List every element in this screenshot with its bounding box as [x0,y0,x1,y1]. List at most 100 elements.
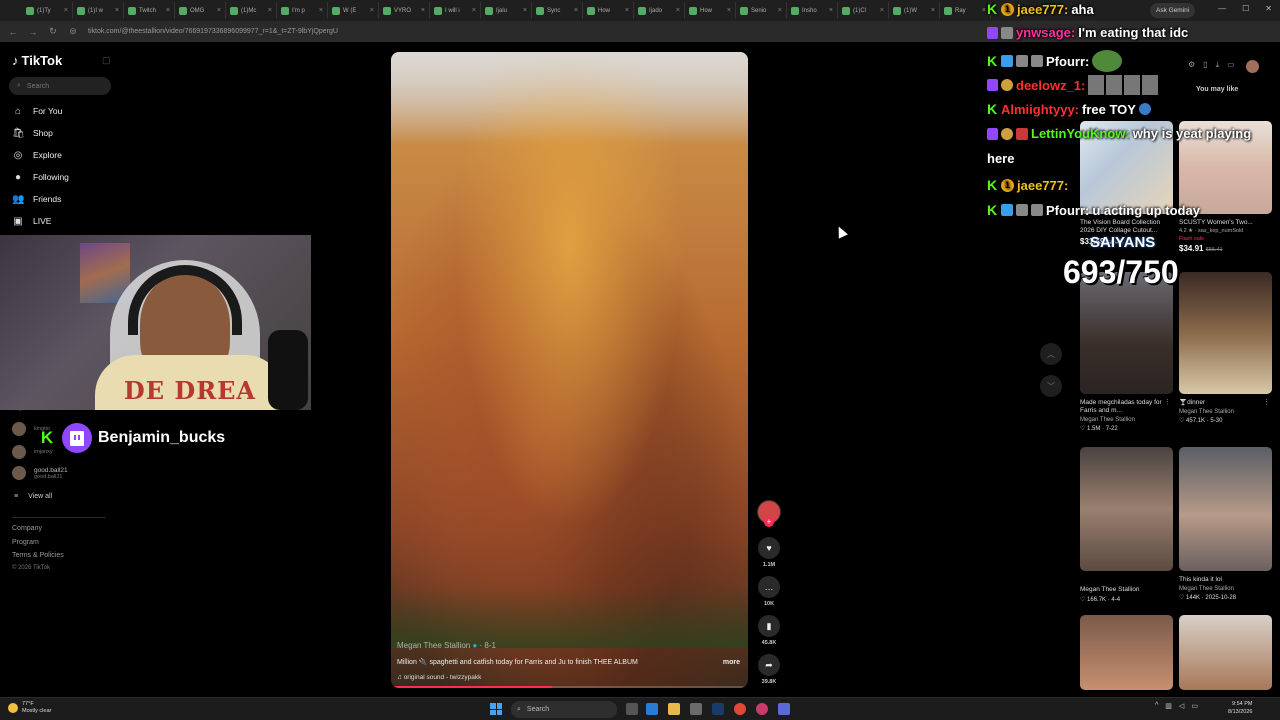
footer-company[interactable]: Company [12,525,42,532]
discord-icon[interactable] [778,703,790,715]
nav-for-you[interactable]: ⌂ For You [12,103,102,119]
footer-terms[interactable]: Terms & Policies [12,552,64,559]
video-card[interactable] [1179,615,1272,690]
tab-close-icon[interactable]: × [268,7,272,14]
video-card[interactable]: ⋮ Made megchiladas today for Farris and … [1080,272,1173,432]
browser-tab[interactable]: (1)Ty × [22,2,73,19]
tab-close-icon[interactable]: × [778,7,782,14]
tab-close-icon[interactable]: × [421,7,425,14]
device-icon[interactable]: ▯ [1203,60,1207,70]
video-sound[interactable]: ♫ original sound - twizzypakk [397,674,481,681]
chrome-icon[interactable] [734,703,746,715]
minimize-icon[interactable]: — [1218,4,1226,13]
speaker-icon[interactable]: ◁ [1179,702,1184,710]
browser-tab[interactable]: (1)Cl × [838,2,889,19]
tab-close-icon[interactable]: × [727,7,731,14]
steam-icon[interactable] [712,703,724,715]
browser-tab[interactable]: W (E × [328,2,379,19]
tab-close-icon[interactable]: × [676,7,680,14]
start-button[interactable] [490,703,502,715]
edge-icon[interactable] [646,703,658,715]
settings-app-icon[interactable] [690,703,702,715]
video-player[interactable]: Megan Thee Stallion ● · 8-1 Million 🔌 sp… [391,52,748,688]
video-card[interactable]: This kinda it lol Megan Thee Stallion ♡ … [1179,447,1272,601]
bookmark-icon[interactable]: ▮ [758,615,780,637]
previous-video-button[interactable]: ︿ [1040,343,1062,365]
taskbar-search[interactable]: ⌕ Search [511,701,617,718]
chevron-up-icon[interactable]: ^ [1155,702,1158,710]
video-card[interactable]: Megan Thee Stallion ♡ 166.7K · 4-4 [1080,447,1173,603]
share-action[interactable]: ➦ 39.8K [758,654,780,685]
view-all-button[interactable]: ≡ View all [14,493,52,500]
network-icon[interactable]: ▥ [1165,702,1172,710]
tab-close-icon[interactable]: × [574,7,578,14]
like-action[interactable]: ♥ 1.1M [758,537,780,568]
close-window-icon[interactable]: ✕ [1265,4,1272,13]
weather-widget[interactable]: 77°F Mostly clear [8,701,51,715]
footer-program[interactable]: Program [12,539,39,546]
site-info-icon[interactable]: ⊜ [68,26,78,37]
browser-tab[interactable]: Ray × [940,2,991,19]
forward-icon[interactable]: → [28,27,38,37]
comment-icon[interactable]: … [758,576,780,598]
url-field[interactable]: tiktok.com/@theestallion/video/766919733… [88,28,338,35]
tab-close-icon[interactable]: × [319,7,323,14]
heart-icon[interactable]: ♥ [758,537,780,559]
browser-tab[interactable]: Insho × [787,2,838,19]
tab-close-icon[interactable]: × [880,7,884,14]
tab-close-icon[interactable]: × [64,7,68,14]
tab-close-icon[interactable]: × [217,7,221,14]
tab-close-icon[interactable]: × [472,7,476,14]
browser-tab[interactable]: Sync × [532,2,583,19]
video-author[interactable]: Megan Thee Stallion ● · 8-1 [397,641,496,650]
nav-shop[interactable]: 🛍 Shop [12,125,102,141]
caption-more-button[interactable]: more [723,659,740,666]
nav-friends[interactable]: 👥 Friends [12,191,102,207]
app-icon[interactable] [756,703,768,715]
browser-tab[interactable]: (1)I w × [73,2,124,19]
browser-tab[interactable]: How × [685,2,736,19]
browser-tab[interactable]: I'm p × [277,2,328,19]
tiktok-logo[interactable]: ♪ TikTok [12,53,62,68]
browser-tab[interactable]: OMG × [175,2,226,19]
tab-close-icon[interactable]: × [115,7,119,14]
tab-close-icon[interactable]: × [982,7,986,14]
tab-close-icon[interactable]: × [829,7,833,14]
comment-action[interactable]: … 10K [758,576,780,607]
ask-gemini-button[interactable]: Ask Gemini [1150,3,1196,18]
reload-icon[interactable]: ↻ [48,26,58,37]
battery-icon[interactable]: ▭ [1191,702,1198,710]
collapse-sidebar-icon[interactable]: ▢ [102,55,111,66]
tab-close-icon[interactable]: × [523,7,527,14]
maximize-icon[interactable]: ☐ [1242,4,1249,13]
browser-tab[interactable]: (1)W × [889,2,940,19]
tab-close-icon[interactable]: × [370,7,374,14]
video-card[interactable] [1080,615,1173,690]
tab-close-icon[interactable]: × [625,7,629,14]
profile-avatar[interactable] [1246,60,1259,73]
tab-close-icon[interactable]: × [931,7,935,14]
video-progress-bar[interactable] [391,686,748,688]
nav-explore[interactable]: ◎ Explore [12,147,102,163]
taskbar-clock[interactable]: 9:54 PM 8/13/2026 [1228,700,1252,716]
browser-tab[interactable]: How × [583,2,634,19]
more-options-icon[interactable]: ⋮ [1164,398,1171,406]
nav-following[interactable]: ● Following [12,169,102,185]
task-view-icon[interactable] [626,703,638,715]
save-action[interactable]: ▮ 45.8K [758,615,780,646]
download-icon[interactable]: ⤓ [1216,60,1220,70]
file-explorer-icon[interactable] [668,703,680,715]
browser-tab[interactable]: VYRO × [379,2,430,19]
share-icon[interactable]: ➦ [758,654,780,676]
following-account[interactable]: good.ball21 good.ball21 [12,466,68,480]
settings-icon[interactable]: ⚙ [1188,60,1195,70]
video-card[interactable]: ⋮ 🍸dinner Megan Thee Stallion ♡ 457.1K ·… [1179,272,1272,424]
browser-tab[interactable]: Twitch × [124,2,175,19]
tab-close-icon[interactable]: × [166,7,170,14]
browser-tab[interactable]: Ijado × [634,2,685,19]
nav-live[interactable]: ▣ LIVE [12,213,102,229]
more-options-icon[interactable]: ⋮ [1263,398,1270,406]
browser-tab[interactable]: Ijalu × [481,2,532,19]
browser-tab[interactable]: (1)Mc × [226,2,277,19]
follow-plus-icon[interactable]: + [764,517,774,527]
